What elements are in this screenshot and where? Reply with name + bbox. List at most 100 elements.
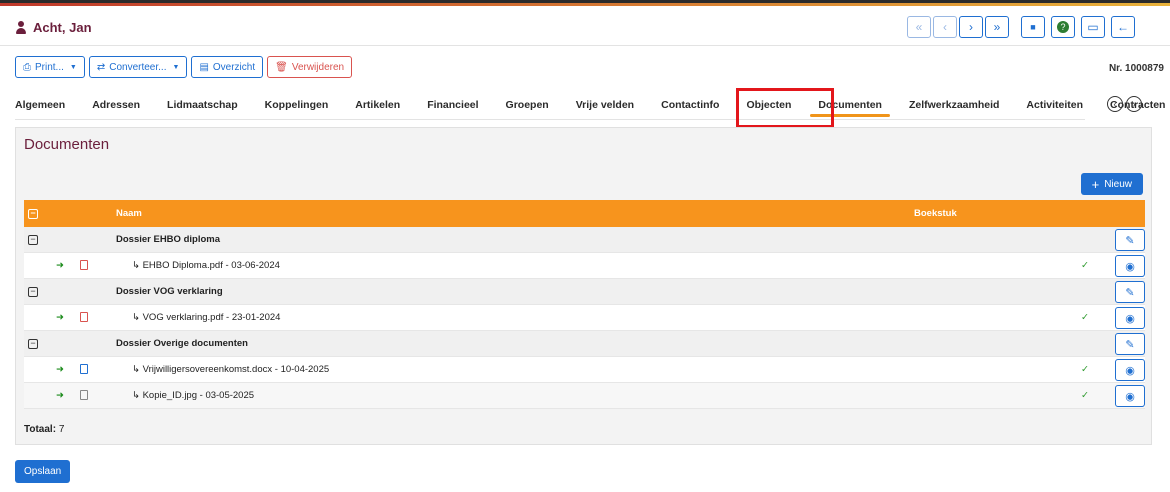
view-button[interactable]: ◉ [1115, 359, 1145, 381]
prev-record-button[interactable]: ‹ [933, 16, 957, 38]
chevron-left-icon[interactable]: ‹ [1107, 96, 1123, 112]
total-label: Totaal: [24, 424, 57, 435]
document-row[interactable]: ➜ ↳ Kopie_ID.jpg - 03-05-2025 ✓ ◉ [24, 383, 1145, 409]
print-label: Print... [35, 61, 64, 73]
document-name[interactable]: ↳ Kopie_ID.jpg - 03-05-2025 [132, 383, 254, 409]
view-button[interactable]: ◉ [1115, 307, 1145, 329]
record-title-area: Acht, Jan [15, 20, 92, 35]
person-icon [15, 20, 27, 35]
collapse-group-icon[interactable]: − [28, 227, 38, 253]
document-row[interactable]: ➜ ↳ Vrijwilligersovereenkomst.docx - 10-… [24, 357, 1145, 383]
arrow-right-icon[interactable]: ➜ [56, 357, 64, 383]
tab-groepen[interactable]: Groepen [506, 92, 549, 120]
document-name[interactable]: ↳ Vrijwilligersovereenkomst.docx - 10-04… [132, 357, 329, 383]
delete-label: Verwijderen [291, 61, 345, 73]
document-row[interactable]: ➜ ↳ EHBO Diploma.pdf - 03-06-2024 ✓ ◉ [24, 253, 1145, 279]
save-button[interactable]: Opslaan [15, 460, 71, 483]
collapse-group-icon[interactable]: − [28, 279, 38, 305]
first-record-button[interactable]: « [907, 16, 931, 38]
top-accent-bar [0, 0, 1170, 6]
arrow-right-icon[interactable]: ➜ [56, 253, 64, 279]
trash-icon: 🗑 [275, 61, 288, 73]
group-row: − Dossier VOG verklaring ✎ [24, 279, 1145, 305]
edit-button[interactable]: ✎ [1115, 333, 1145, 355]
pdf-file-icon [80, 305, 88, 331]
plus-icon: + [1091, 176, 1100, 192]
pencil-icon: ✎ [1125, 286, 1135, 299]
new-document-button[interactable]: + Nieuw [1080, 173, 1143, 195]
tab-lidmaatschap[interactable]: Lidmaatschap [167, 92, 238, 120]
printer-icon: ⎙ [23, 61, 31, 73]
view-button[interactable]: ◉ [1115, 255, 1145, 277]
document-name[interactable]: ↳ VOG verklaring.pdf - 23-01-2024 [132, 305, 280, 331]
tab-activiteiten[interactable]: Activiteiten [1026, 92, 1083, 120]
convert-label: Converteer... [109, 61, 167, 73]
back-button[interactable]: ← [1111, 16, 1135, 38]
view-button[interactable]: ◉ [1115, 385, 1145, 407]
record-header: Acht, Jan « ‹ › » ■ ? ▭ ← [0, 10, 1170, 46]
page-title: Acht, Jan [33, 20, 92, 35]
tab-contactinfo[interactable]: Contactinfo [661, 92, 719, 120]
check-icon: ✓ [1081, 312, 1089, 323]
eye-icon: ◉ [1125, 364, 1135, 377]
documents-grid: − Naam Boekstuk − Dossier EHBO diploma ✎… [24, 200, 1145, 409]
overview-button[interactable]: ▤ Overzicht [191, 56, 264, 78]
new-label: Nieuw [1104, 178, 1132, 190]
edit-button[interactable]: ✎ [1115, 281, 1145, 303]
tab-financieel[interactable]: Financieel [427, 92, 478, 120]
check-icon: ✓ [1081, 390, 1089, 401]
document-name[interactable]: ↳ EHBO Diploma.pdf - 03-06-2024 [132, 253, 280, 279]
next-record-button[interactable]: › [959, 16, 983, 38]
pencil-icon: ✎ [1125, 338, 1135, 351]
help-button[interactable]: ? [1051, 16, 1075, 38]
delete-button[interactable]: 🗑 Verwijderen [267, 56, 353, 78]
total-count: Totaal: 7 [24, 424, 64, 435]
eye-icon: ◉ [1125, 312, 1135, 325]
panel-title: Documenten [24, 136, 110, 153]
document-row[interactable]: ➜ ↳ VOG verklaring.pdf - 23-01-2024 ✓ ◉ [24, 305, 1145, 331]
record-number: Nr. 1000879 [1108, 63, 1164, 74]
edit-button[interactable]: ✎ [1115, 229, 1145, 251]
overview-label: Overzicht [212, 61, 256, 73]
comment-icon: ▭ [1087, 20, 1099, 34]
record-actions: ■ ? ▭ ← [1021, 16, 1135, 38]
arrow-right-icon[interactable]: ➜ [56, 383, 64, 409]
chevron-right-icon[interactable]: › [1126, 96, 1142, 112]
help-icon: ? [1057, 21, 1069, 33]
tab-algemeen[interactable]: Algemeen [15, 92, 65, 120]
tab-vrije-velden[interactable]: Vrije velden [576, 92, 634, 120]
convert-button[interactable]: ⇄ Converteer... ▼ [88, 56, 188, 78]
pdf-file-icon [80, 253, 88, 279]
collapse-group-icon[interactable]: − [28, 331, 38, 357]
print-button[interactable]: ⎙ Print... ▼ [15, 56, 85, 78]
tab-adressen[interactable]: Adressen [92, 92, 140, 120]
collapse-all-icon[interactable]: − [28, 200, 38, 227]
exchange-icon: ⇄ [96, 61, 106, 73]
floppy-icon: ■ [1030, 21, 1036, 32]
comment-button[interactable]: ▭ [1081, 16, 1105, 38]
group-name: Dossier VOG verklaring [116, 286, 223, 297]
tab-bar: Algemeen Adressen Lidmaatschap Koppeling… [15, 92, 1165, 120]
arrow-right-icon[interactable]: ➜ [56, 305, 64, 331]
tab-scroll-controls: ‹ › [1107, 96, 1142, 112]
total-value: 7 [58, 424, 65, 435]
docx-file-icon [80, 357, 88, 383]
group-row: − Dossier EHBO diploma ✎ [24, 227, 1145, 253]
last-record-button[interactable]: » [985, 16, 1009, 38]
save-icon-button[interactable]: ■ [1021, 16, 1045, 38]
image-file-icon [80, 383, 88, 409]
record-navigation: « ‹ › » [907, 16, 1009, 38]
column-booking[interactable]: Boekstuk [914, 200, 957, 227]
check-icon: ✓ [1081, 260, 1089, 271]
tab-artikelen[interactable]: Artikelen [355, 92, 400, 120]
active-tab-highlight [736, 88, 834, 128]
documents-panel: Documenten + Nieuw − Naam Boekstuk − Dos… [15, 127, 1152, 445]
caret-down-icon: ▼ [69, 63, 77, 71]
tab-zelfwerkzaamheid[interactable]: Zelfwerkzaamheid [909, 92, 999, 120]
column-name[interactable]: Naam [116, 200, 142, 227]
arrow-left-icon: ← [1117, 20, 1129, 34]
list-icon: ▤ [199, 61, 209, 73]
pencil-icon: ✎ [1125, 234, 1135, 247]
check-icon: ✓ [1081, 364, 1089, 375]
tab-koppelingen[interactable]: Koppelingen [265, 92, 329, 120]
